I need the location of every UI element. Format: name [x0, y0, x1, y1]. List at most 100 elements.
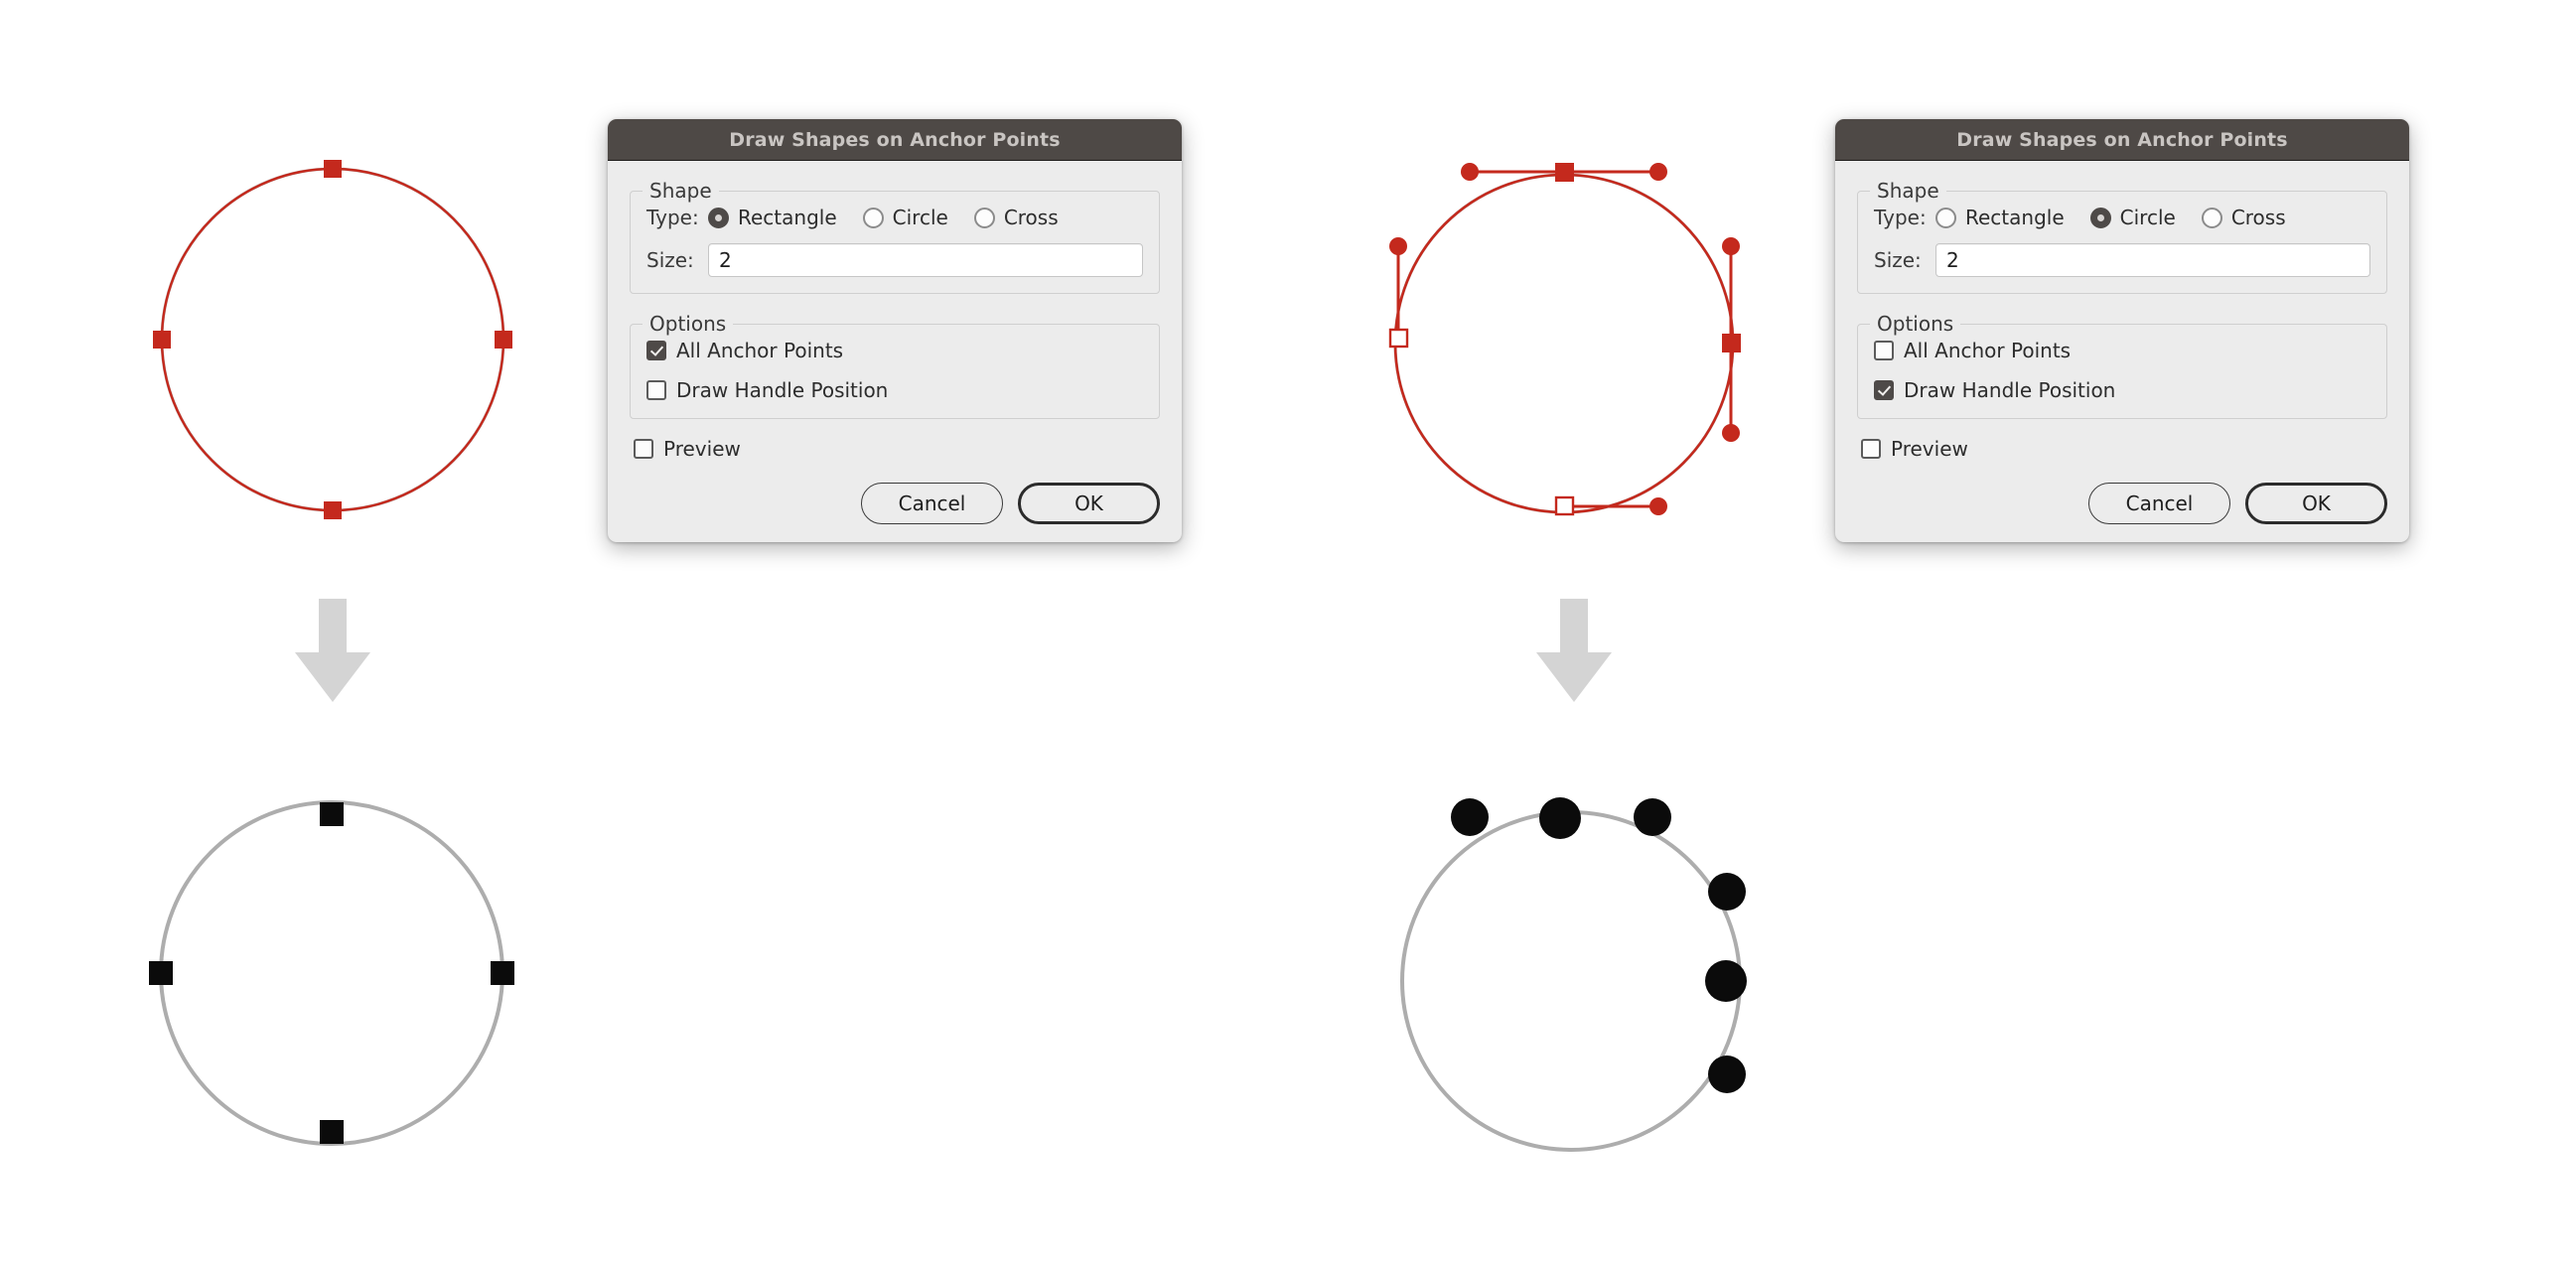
- checkbox-all-anchor-points-label: All Anchor Points: [1904, 339, 2072, 362]
- type-row: Type: Rectangle Circle Cross: [646, 206, 1143, 229]
- anchor-point-unselected: [1388, 328, 1409, 349]
- handle-point: [1389, 237, 1407, 255]
- dialog-body: Shape Type: Rectangle Circle Cross Size:…: [1835, 161, 2409, 542]
- options-group-legend: Options: [643, 313, 734, 335]
- dialog-draw-shapes-left[interactable]: Draw Shapes on Anchor Points Shape Type:…: [608, 119, 1182, 542]
- illustration-left-after: [149, 800, 514, 1146]
- handle-point: [1722, 424, 1740, 442]
- anchor-point-selected: [1555, 163, 1574, 182]
- checkbox-all-anchor-points-box[interactable]: [1874, 341, 1894, 360]
- radio-rectangle[interactable]: Rectangle: [708, 206, 837, 229]
- checkbox-all-anchor-points-box[interactable]: [646, 341, 666, 360]
- illustration-left-before: [153, 160, 512, 519]
- options-group: Options All Anchor Points Draw Handle Po…: [1857, 313, 2387, 419]
- options-group: Options All Anchor Points Draw Handle Po…: [630, 313, 1160, 419]
- drawn-rectangle: [491, 961, 514, 985]
- ok-button[interactable]: OK: [1018, 483, 1160, 524]
- illustration-right-before: [1388, 163, 1741, 516]
- drawn-circle: [1634, 798, 1671, 836]
- options-group-legend: Options: [1870, 313, 1961, 335]
- size-input[interactable]: 2: [708, 243, 1143, 277]
- radio-rectangle-label: Rectangle: [1965, 206, 2065, 229]
- checkbox-draw-handle-position-label: Draw Handle Position: [676, 378, 889, 402]
- dialog-draw-shapes-right[interactable]: Draw Shapes on Anchor Points Shape Type:…: [1835, 119, 2409, 542]
- radio-circle[interactable]: Circle: [862, 206, 948, 229]
- checkbox-draw-handle-position-box[interactable]: [1874, 380, 1894, 400]
- anchor-point-selected: [1722, 334, 1741, 352]
- type-label: Type:: [646, 206, 699, 229]
- radio-rectangle-label: Rectangle: [738, 206, 837, 229]
- radio-circle-label: Circle: [2119, 206, 2176, 229]
- radio-cross-indicator[interactable]: [973, 207, 995, 228]
- drawn-circle: [1451, 798, 1489, 836]
- shape-group: Shape Type: Rectangle Circle Cross Size:…: [1857, 180, 2387, 294]
- checkbox-preview-box[interactable]: [1861, 439, 1881, 459]
- anchor-point: [324, 501, 342, 519]
- dialog-button-row: Cancel OK: [630, 483, 1160, 524]
- anchor-point: [324, 160, 342, 178]
- type-label: Type:: [1874, 206, 1927, 229]
- handle-point: [1649, 163, 1667, 181]
- checkbox-draw-handle-position[interactable]: Draw Handle Position: [1874, 378, 2370, 402]
- dialog-button-row: Cancel OK: [1857, 483, 2387, 524]
- dialog-title: Draw Shapes on Anchor Points: [729, 128, 1061, 151]
- anchor-point: [153, 331, 171, 349]
- drawn-circle: [1539, 797, 1581, 839]
- drawn-circle: [1708, 873, 1746, 911]
- illustration-right-after: [1400, 797, 1747, 1152]
- checkbox-draw-handle-position-label: Draw Handle Position: [1904, 378, 2116, 402]
- size-label: Size:: [646, 248, 694, 272]
- down-arrow-icon: [295, 599, 370, 702]
- drawn-rectangle: [320, 802, 344, 826]
- dialog-titlebar: Draw Shapes on Anchor Points: [608, 119, 1182, 161]
- shape-group-legend: Shape: [1870, 180, 1946, 202]
- checkbox-preview-label: Preview: [663, 437, 741, 461]
- size-row: Size: 2: [1874, 243, 2370, 277]
- size-row: Size: 2: [646, 243, 1143, 277]
- checkbox-preview[interactable]: Preview: [1861, 437, 2387, 461]
- radio-cross-indicator[interactable]: [2201, 207, 2222, 228]
- dialog-titlebar: Draw Shapes on Anchor Points: [1835, 119, 2409, 161]
- cancel-button[interactable]: Cancel: [2088, 483, 2230, 524]
- checkbox-all-anchor-points[interactable]: All Anchor Points: [1874, 339, 2370, 362]
- type-radio-group: Rectangle Circle Cross: [1935, 206, 2286, 229]
- down-arrow-icon: [1536, 599, 1612, 702]
- radio-rectangle-indicator[interactable]: [708, 207, 729, 228]
- type-row: Type: Rectangle Circle Cross: [1874, 206, 2370, 229]
- anchor-point-unselected: [1554, 495, 1575, 516]
- shape-group: Shape Type: Rectangle Circle Cross Size:…: [630, 180, 1160, 294]
- drawn-circle: [1705, 960, 1747, 1002]
- screenshot-canvas: Draw Shapes on Anchor Points Shape Type:…: [0, 0, 2576, 1265]
- checkbox-all-anchor-points[interactable]: All Anchor Points: [646, 339, 1143, 362]
- radio-circle-label: Circle: [892, 206, 948, 229]
- anchor-point: [495, 331, 512, 349]
- checkbox-preview-box[interactable]: [634, 439, 653, 459]
- handle-point: [1649, 497, 1667, 515]
- ok-button[interactable]: OK: [2245, 483, 2387, 524]
- radio-rectangle[interactable]: Rectangle: [1935, 206, 2065, 229]
- checkbox-all-anchor-points-label: All Anchor Points: [676, 339, 844, 362]
- size-input[interactable]: 2: [1935, 243, 2370, 277]
- handle-point: [1461, 163, 1479, 181]
- drawn-circle: [1708, 1055, 1746, 1093]
- type-radio-group: Rectangle Circle Cross: [708, 206, 1059, 229]
- radio-circle[interactable]: Circle: [2089, 206, 2176, 229]
- checkbox-preview-label: Preview: [1891, 437, 1968, 461]
- cancel-button[interactable]: Cancel: [861, 483, 1003, 524]
- dialog-body: Shape Type: Rectangle Circle Cross Size:…: [608, 161, 1182, 542]
- handle-point: [1722, 237, 1740, 255]
- radio-circle-indicator[interactable]: [2089, 207, 2111, 228]
- radio-cross-label: Cross: [2230, 206, 2286, 229]
- checkbox-draw-handle-position[interactable]: Draw Handle Position: [646, 378, 1143, 402]
- checkbox-draw-handle-position-box[interactable]: [646, 380, 666, 400]
- shape-group-legend: Shape: [643, 180, 719, 202]
- radio-rectangle-indicator[interactable]: [1935, 207, 1956, 228]
- checkbox-preview[interactable]: Preview: [634, 437, 1160, 461]
- drawn-rectangle: [149, 961, 173, 985]
- radio-circle-indicator[interactable]: [862, 207, 884, 228]
- radio-cross[interactable]: Cross: [2201, 206, 2286, 229]
- radio-cross-label: Cross: [1003, 206, 1059, 229]
- drawn-rectangle: [320, 1120, 344, 1144]
- size-label: Size:: [1874, 248, 1922, 272]
- radio-cross[interactable]: Cross: [973, 206, 1059, 229]
